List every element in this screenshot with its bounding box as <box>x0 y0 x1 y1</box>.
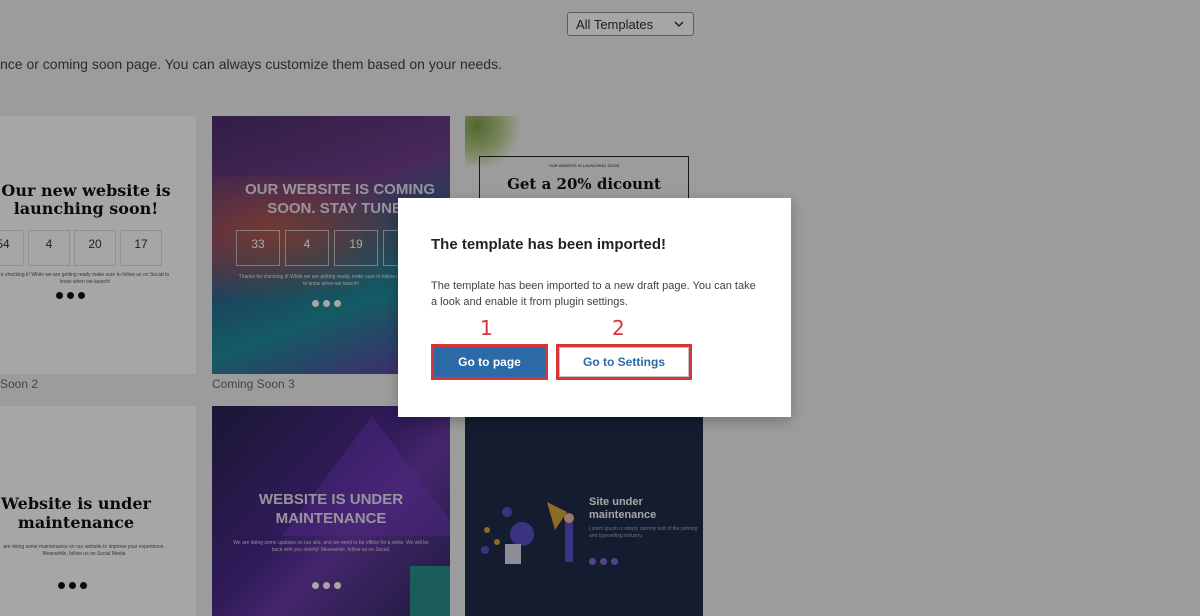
go-to-settings-button[interactable]: Go to Settings <box>559 347 689 377</box>
go-to-page-button[interactable]: Go to page <box>434 347 545 377</box>
annotation-marker-1: 1 <box>480 316 493 340</box>
modal-message: The template has been imported to a new … <box>431 280 756 308</box>
import-success-modal: The template has been imported! The temp… <box>398 198 791 417</box>
modal-title: The template has been imported! <box>431 236 667 253</box>
annotation-marker-2: 2 <box>612 316 625 340</box>
